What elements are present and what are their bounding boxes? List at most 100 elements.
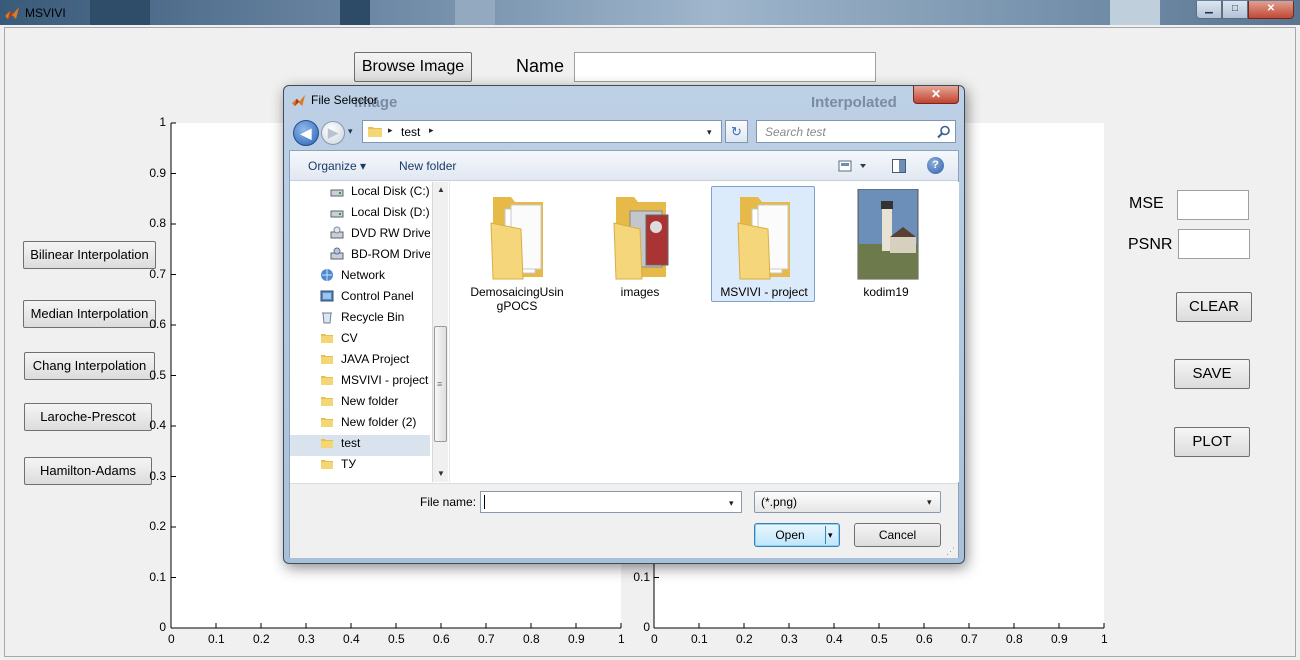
right-x-tick-label: 0.7: [961, 632, 978, 646]
search-icon: [937, 125, 950, 139]
bd-rom-drive-icon: [330, 247, 344, 260]
refresh-button[interactable]: ↻: [725, 120, 748, 143]
dialog-close-button[interactable]: ✕: [913, 86, 959, 104]
nav-item-label: Local Disk (D:): [351, 205, 430, 219]
nav-item-control-panel[interactable]: Control Panel: [290, 286, 430, 307]
nav-item-local-disk-d[interactable]: Local Disk (D:): [290, 202, 430, 223]
address-dropdown[interactable]: ▾: [707, 127, 712, 138]
right-x-tick-label: 0.8: [1006, 632, 1023, 646]
local-disk-icon: [330, 210, 344, 218]
nav-item-label: DVD RW Drive (: [351, 226, 430, 240]
file-label: DemosaicingUsin gPOCS: [470, 285, 564, 313]
file-item-kodim19[interactable]: kodim19: [834, 187, 938, 303]
left-y-tick-label: 0.3: [149, 468, 166, 483]
chevron-down-icon: ▾: [927, 497, 932, 507]
nav-item-new-folder[interactable]: New folder: [290, 391, 430, 412]
image-file-icon: [857, 189, 919, 280]
scroll-up-arrow[interactable]: ▲: [433, 182, 449, 198]
psnr-field[interactable]: [1178, 229, 1250, 259]
nav-item-msvivi-project[interactable]: MSVIVI - project: [290, 370, 430, 391]
chang-interpolation-button[interactable]: Chang Interpolation: [24, 352, 155, 380]
dialog-toolbar: Organize ▾ New folder ?: [290, 151, 958, 181]
main-titlebar[interactable]: MSVIVI ▁ □ ✕: [0, 0, 1300, 25]
left-y-tick-label: 0.7: [149, 266, 166, 281]
file-item-demosaicing[interactable]: DemosaicingUsin gPOCS: [465, 187, 569, 313]
nav-item-label: test: [341, 436, 361, 450]
left-x-tick-label: 0.7: [478, 632, 495, 646]
address-bar[interactable]: ▸ test ▸ ▾: [362, 120, 722, 143]
dialog-content: Organize ▾ New folder ? Local Disk (C:) L…: [289, 150, 959, 558]
left-x-tick-label: 0.6: [433, 632, 450, 646]
nav-item-dvd-rw-drive[interactable]: DVD RW Drive (: [290, 223, 430, 244]
nav-item-label: New folder: [341, 394, 399, 408]
folder-icon: [321, 334, 333, 343]
open-button[interactable]: Open ▾: [754, 523, 840, 547]
file-name-label: File name:: [420, 495, 477, 509]
titlebar-background-strip: [455, 0, 495, 25]
help-icon[interactable]: ?: [927, 157, 944, 174]
median-interpolation-button[interactable]: Median Interpolation: [23, 300, 156, 328]
cancel-button[interactable]: Cancel: [854, 523, 941, 547]
bilinear-interpolation-button[interactable]: Bilinear Interpolation: [23, 241, 156, 269]
search-input[interactable]: Search test: [756, 120, 956, 143]
left-x-tick-label: 1: [618, 632, 625, 646]
file-list: DemosaicingUsin gPOCS images MSVIVI - pr…: [449, 182, 959, 482]
nav-item-local-disk-c[interactable]: Local Disk (C:): [290, 182, 430, 202]
scroll-thumb[interactable]: ≡: [434, 326, 447, 442]
nav-scrollbar[interactable]: ▲ ≡ ▼: [432, 182, 448, 482]
new-folder-button[interactable]: New folder: [399, 159, 456, 173]
browse-image-button[interactable]: Browse Image: [354, 52, 472, 82]
file-item-images[interactable]: images: [588, 187, 692, 303]
left-x-tick-label: 0.2: [253, 632, 270, 646]
organize-button[interactable]: Organize ▾: [308, 159, 366, 173]
left-y-tick-label: 0.1: [149, 569, 166, 584]
maximize-button[interactable]: □: [1222, 1, 1248, 19]
folder-icon: [321, 439, 333, 448]
breadcrumb-test[interactable]: test: [401, 125, 420, 139]
right-x-tick-label: 0.6: [916, 632, 933, 646]
nav-item-test[interactable]: test: [290, 433, 430, 454]
titlebar-background-strip: [90, 0, 150, 25]
plot-button[interactable]: PLOT: [1174, 427, 1250, 457]
resize-grip[interactable]: ⋰: [946, 546, 955, 557]
close-button[interactable]: ✕: [1248, 1, 1294, 19]
open-dropdown-arrow[interactable]: ▾: [828, 524, 833, 546]
forward-button[interactable]: ▶: [321, 121, 345, 145]
clear-button[interactable]: CLEAR: [1176, 292, 1252, 322]
nav-item-new-folder-2[interactable]: New folder (2): [290, 412, 430, 433]
mse-field[interactable]: [1177, 190, 1249, 220]
nav-item-ту[interactable]: ТУ: [290, 454, 430, 475]
breadcrumb-separator[interactable]: ▸: [388, 125, 393, 136]
nav-item-label: New folder (2): [341, 415, 417, 429]
right-x-tick-label: 0: [651, 632, 658, 646]
name-field[interactable]: [574, 52, 876, 82]
file-label: images: [620, 285, 660, 299]
hamilton-adams-button[interactable]: Hamilton-Adams: [24, 457, 152, 485]
minimize-button[interactable]: ▁: [1196, 1, 1222, 19]
save-button[interactable]: SAVE: [1174, 359, 1250, 389]
history-dropdown[interactable]: ▾: [348, 126, 353, 137]
scroll-grip-icon: ≡: [437, 379, 443, 389]
nav-item-network[interactable]: Network: [290, 265, 430, 286]
nav-item-label: CV: [341, 331, 358, 345]
file-label: kodim19: [863, 285, 909, 299]
nav-item-cv[interactable]: CV: [290, 328, 430, 349]
change-view-icon[interactable]: [838, 159, 868, 173]
nav-item-java-project[interactable]: JAVA Project: [290, 349, 430, 370]
back-button[interactable]: ◀: [293, 120, 319, 146]
file-name-dropdown[interactable]: ▾: [729, 498, 734, 509]
nav-item-recycle-bin[interactable]: Recycle Bin: [290, 307, 430, 328]
folder-images-icon: [613, 197, 669, 280]
left-y-tick-label: 0.5: [149, 367, 166, 382]
breadcrumb-separator[interactable]: ▸: [429, 125, 434, 136]
file-name-input[interactable]: ▾: [480, 491, 742, 513]
file-type-select[interactable]: (*.png) ▾: [754, 491, 941, 513]
name-label: Name: [516, 56, 565, 76]
left-x-tick-label: 0.5: [388, 632, 405, 646]
file-item-msvivi-project[interactable]: MSVIVI - project: [711, 186, 815, 302]
preview-pane-icon[interactable]: [892, 159, 906, 173]
scroll-down-arrow[interactable]: ▼: [433, 466, 449, 482]
laroche-prescot-button[interactable]: Laroche-Prescot: [24, 403, 152, 431]
folder-documents-icon: [490, 197, 543, 280]
nav-item-bd-rom-drive[interactable]: BD-ROM Drive: [290, 244, 430, 265]
